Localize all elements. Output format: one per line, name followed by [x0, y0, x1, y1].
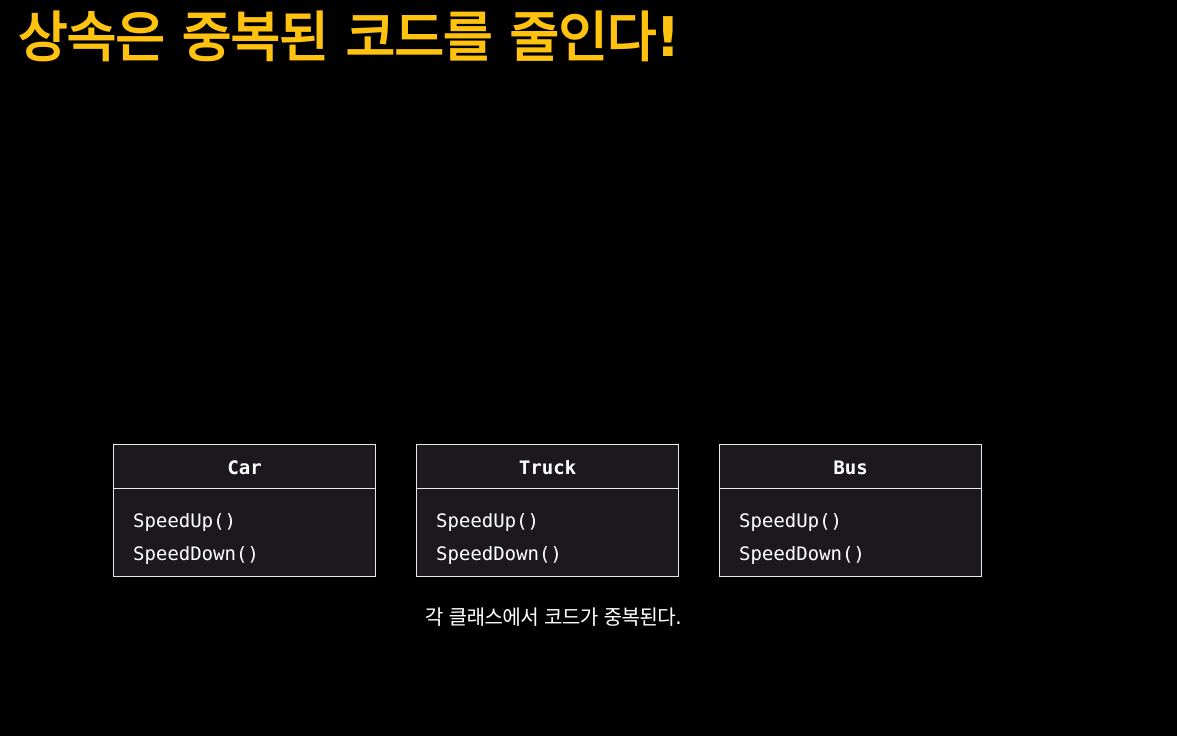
method-list: SpeedUp() SpeedDown() [720, 489, 981, 571]
method-list: SpeedUp() SpeedDown() [114, 489, 375, 571]
slide-title: 상속은 중복된 코드를 줄인다! [18, 6, 680, 69]
method-item: SpeedUp() [739, 510, 842, 532]
method-item: SpeedDown() [133, 543, 259, 565]
class-name: Truck [417, 445, 678, 489]
class-box-bus: Bus SpeedUp() SpeedDown() [719, 444, 982, 577]
class-box-truck: Truck SpeedUp() SpeedDown() [416, 444, 679, 577]
class-name: Bus [720, 445, 981, 489]
method-item: SpeedUp() [133, 510, 236, 532]
method-list: SpeedUp() SpeedDown() [417, 489, 678, 571]
class-name: Car [114, 445, 375, 489]
method-item: SpeedDown() [436, 543, 562, 565]
method-item: SpeedDown() [739, 543, 865, 565]
class-box-car: Car SpeedUp() SpeedDown() [113, 444, 376, 577]
diagram-caption: 각 클래스에서 코드가 중복된다. [424, 605, 682, 629]
method-item: SpeedUp() [436, 510, 539, 532]
